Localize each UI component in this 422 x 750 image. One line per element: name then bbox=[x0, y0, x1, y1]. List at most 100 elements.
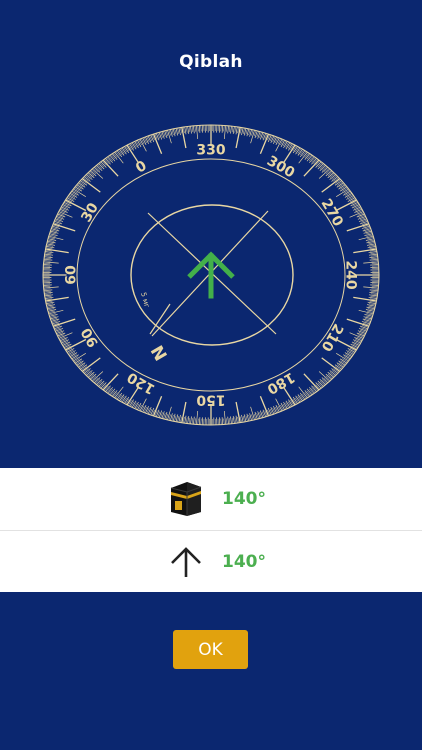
compass-tick-fine bbox=[44, 257, 51, 259]
compass-tick-fine bbox=[60, 339, 67, 343]
compass-tick bbox=[361, 321, 370, 325]
ok-button[interactable]: OK bbox=[173, 630, 248, 669]
compass-tick bbox=[44, 256, 53, 258]
compass-tick-fine bbox=[280, 139, 284, 146]
degree-label-180: 180 bbox=[264, 369, 298, 398]
compass-tick-fine bbox=[43, 288, 51, 290]
compass-tick bbox=[55, 218, 64, 222]
compass-tick bbox=[362, 228, 371, 232]
compass-tick-fine bbox=[245, 128, 248, 135]
compass-tick-fine bbox=[282, 403, 287, 410]
compass-tick bbox=[259, 132, 264, 140]
compass-tick bbox=[139, 138, 147, 152]
compass-tick bbox=[262, 409, 267, 417]
compass-tick bbox=[178, 127, 181, 136]
compass-tick-fine bbox=[194, 125, 196, 132]
compass-tick bbox=[44, 292, 53, 294]
compass-tick bbox=[369, 289, 379, 292]
compass-tick bbox=[275, 137, 280, 145]
degree-label-150: 150 bbox=[196, 392, 225, 408]
compass-tick-fine bbox=[355, 339, 362, 343]
compass-tick bbox=[241, 127, 244, 136]
compass-tick-fine bbox=[226, 418, 228, 425]
compass-tick-fine bbox=[63, 343, 70, 347]
compass-tick bbox=[81, 357, 101, 372]
compass-tick bbox=[187, 416, 190, 424]
compass-tick bbox=[223, 125, 226, 140]
compass-tick-fine bbox=[43, 260, 51, 262]
compass-tick bbox=[45, 251, 54, 254]
compass-tick bbox=[190, 126, 192, 134]
compass-tick bbox=[54, 220, 63, 225]
compass-tick bbox=[357, 330, 366, 334]
degree-label-30: 30 bbox=[78, 200, 102, 225]
compass-tick-fine bbox=[223, 125, 225, 132]
degree-label-0: 0 bbox=[133, 158, 150, 177]
compass-inner: 5 мг N bbox=[130, 204, 294, 365]
compass-tick bbox=[198, 417, 201, 425]
compass-tick bbox=[368, 253, 378, 256]
compass-tick bbox=[241, 414, 244, 423]
compass-tick-fine bbox=[223, 418, 225, 425]
compass-tick bbox=[150, 134, 155, 143]
compass-tick-fine bbox=[226, 125, 228, 132]
compass-tick-fine bbox=[46, 242, 54, 245]
compass-tick bbox=[235, 415, 238, 424]
compass-tick bbox=[56, 216, 65, 220]
compass-tick-fine bbox=[370, 293, 378, 295]
compass-tick bbox=[259, 410, 264, 418]
compass-tick bbox=[368, 296, 377, 299]
compass-tick bbox=[190, 416, 192, 424]
compass-tick bbox=[363, 286, 379, 289]
compass-tick-fine bbox=[352, 203, 359, 207]
compass-tick bbox=[196, 125, 199, 140]
compass-tick-fine bbox=[61, 341, 69, 345]
compass-tick-fine bbox=[44, 293, 52, 295]
compass-tick bbox=[137, 140, 142, 148]
compass-tick-fine bbox=[352, 343, 359, 347]
compass-tick bbox=[155, 133, 160, 141]
compass-tick bbox=[369, 256, 378, 258]
compass-tick bbox=[196, 410, 199, 425]
degree-label-90: 90 bbox=[78, 325, 102, 350]
degree-label-270: 270 bbox=[318, 196, 347, 230]
compass-tick-fine bbox=[242, 127, 245, 134]
compass-tick-fine bbox=[46, 305, 54, 308]
compass-tick bbox=[198, 125, 201, 133]
compass-tick-fine bbox=[353, 205, 361, 209]
degree-label-240: 240 bbox=[342, 260, 358, 289]
compass-tick-fine bbox=[191, 125, 193, 132]
compass-tick bbox=[227, 125, 229, 134]
compass-tick-fine bbox=[122, 146, 127, 153]
compass-tick-fine bbox=[220, 125, 222, 132]
compass-tick bbox=[223, 410, 226, 425]
compass-tick-fine bbox=[220, 418, 222, 425]
compass-tick-fine bbox=[370, 296, 378, 298]
compass-tick bbox=[175, 414, 179, 422]
compass-tick bbox=[147, 406, 152, 415]
compass-tick bbox=[275, 138, 283, 152]
compass-tick bbox=[52, 321, 61, 325]
compass-tick-fine bbox=[44, 291, 51, 293]
compass-tick-fine bbox=[133, 141, 137, 148]
compass-tick bbox=[227, 416, 229, 425]
compass-tick-fine bbox=[370, 252, 378, 254]
page-title: Qiblah bbox=[179, 52, 243, 72]
compass-tick bbox=[175, 128, 179, 136]
compass-tick bbox=[230, 126, 232, 134]
compass-tick-fine bbox=[197, 125, 199, 132]
compass-tick bbox=[43, 286, 59, 289]
compass-tick-fine bbox=[234, 417, 237, 424]
compass-tick-fine bbox=[60, 207, 67, 211]
compass-tick bbox=[303, 373, 320, 391]
arrow-up-icon bbox=[171, 547, 201, 577]
compass-tick bbox=[280, 140, 285, 148]
compass-tick-fine bbox=[237, 127, 239, 134]
degree-label-210: 210 bbox=[317, 321, 346, 355]
compass-tick bbox=[362, 318, 371, 322]
compass-tick bbox=[235, 126, 238, 135]
compass-tick-fine bbox=[368, 242, 376, 245]
compass-tick-fine bbox=[183, 416, 185, 423]
kaaba-icon bbox=[170, 482, 202, 516]
compass-tick bbox=[270, 406, 275, 415]
